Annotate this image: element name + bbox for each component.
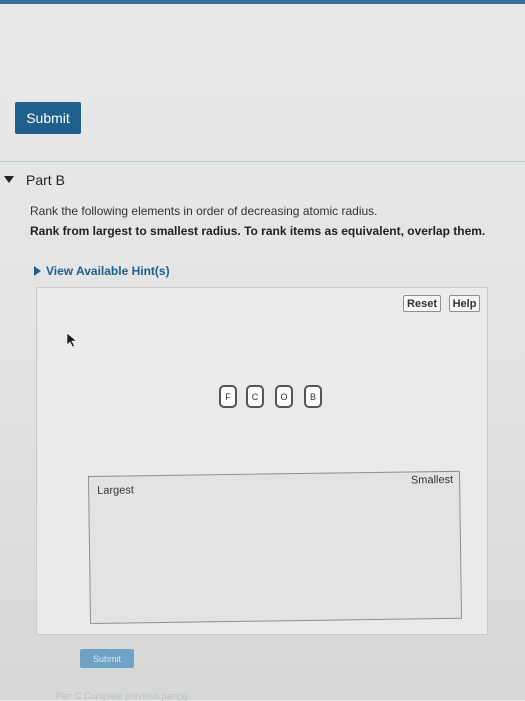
help-button[interactable]: Help [449, 295, 480, 312]
reset-button[interactable]: Reset [403, 295, 441, 312]
ranking-dropzone[interactable]: Largest Smallest [88, 470, 463, 624]
ranking-rule: Rank from largest to smallest radius. To… [30, 224, 486, 238]
largest-label: Largest [97, 484, 134, 497]
view-hints-link[interactable]: View Available Hint(s) [46, 264, 170, 278]
section-divider [0, 161, 525, 162]
element-tile-c[interactable]: C [246, 385, 264, 408]
element-tile-f[interactable]: F [219, 385, 237, 408]
element-tile-b[interactable]: B [304, 385, 322, 408]
submit-answer-button[interactable]: Submit [80, 649, 134, 668]
smallest-label: Smallest [410, 473, 454, 487]
mouse-pointer-icon [66, 332, 78, 348]
part-title[interactable]: Part B [26, 172, 65, 188]
submit-button[interactable]: Submit [15, 102, 81, 134]
top-accent-strip [0, 0, 525, 4]
element-tile-o[interactable]: O [275, 385, 293, 408]
collapse-caret-icon[interactable] [4, 176, 14, 183]
question-instruction: Rank the following elements in order of … [30, 204, 378, 218]
expand-caret-icon[interactable] [34, 266, 41, 276]
